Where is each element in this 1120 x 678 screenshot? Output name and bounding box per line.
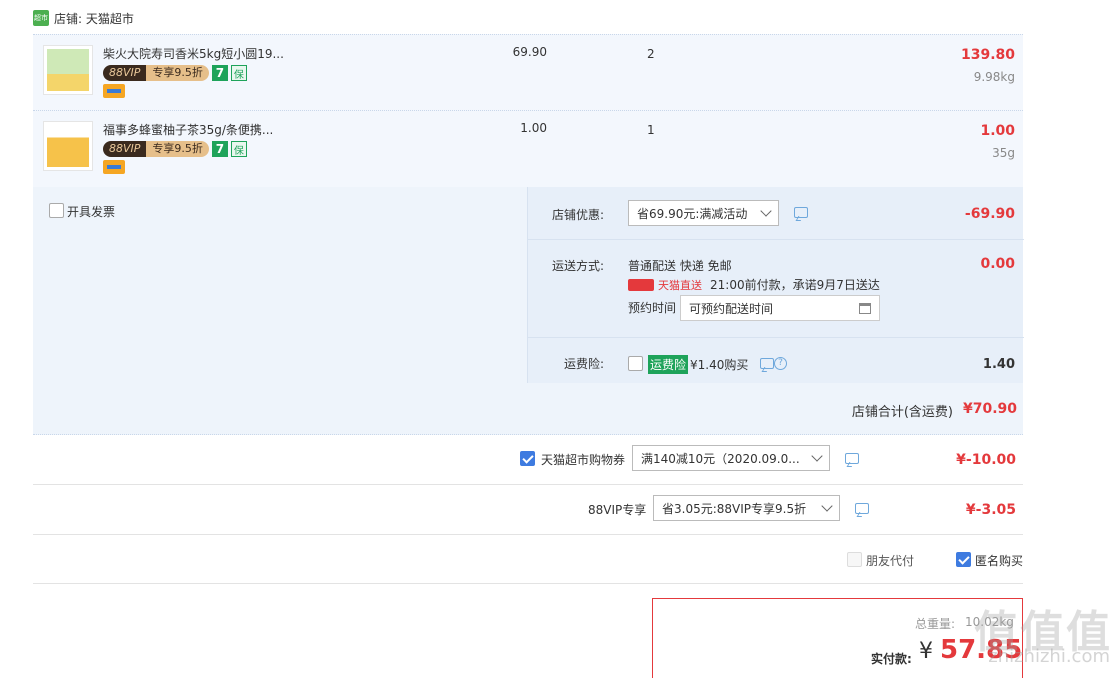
friend-pay-checkbox[interactable] bbox=[847, 552, 862, 567]
chevron-down-icon bbox=[760, 205, 772, 217]
subtotal-label: 店铺合计(含运费) bbox=[851, 405, 953, 420]
chevron-down-icon bbox=[811, 450, 823, 462]
shipping-amount: 0.00 bbox=[980, 256, 1015, 272]
total-weight-label: 总重量: bbox=[915, 617, 956, 631]
product-image[interactable] bbox=[43, 121, 93, 171]
item-total: 1.00 bbox=[980, 123, 1015, 139]
divider bbox=[33, 534, 1023, 535]
divider bbox=[33, 583, 1023, 584]
product-badges: 88VIP 专享9.5折 7 保 bbox=[103, 141, 247, 157]
calendar-icon bbox=[859, 302, 871, 314]
insurance-price: ¥1.40购买 bbox=[690, 358, 749, 372]
schedule-time-picker[interactable]: 可预约配送时间 bbox=[680, 295, 880, 321]
unit-price: 69.90 bbox=[512, 45, 547, 59]
invoice-checkbox[interactable] bbox=[49, 203, 64, 218]
insurance-amount: 1.40 bbox=[982, 357, 1015, 372]
quantity: 2 bbox=[647, 47, 655, 61]
shop-discount-label: 店铺优惠: bbox=[552, 208, 605, 222]
insurance-checkbox[interactable] bbox=[628, 356, 643, 371]
insurance-label: 运费险: bbox=[564, 357, 605, 371]
voucher-amount: ¥-10.00 bbox=[956, 452, 1016, 468]
divider bbox=[528, 239, 1024, 240]
unit-price: 1.00 bbox=[520, 121, 547, 135]
delivery-promise: 21:00前付款，承诺9月7日送达 bbox=[710, 278, 880, 292]
guarantee-icon: 保 bbox=[230, 141, 247, 157]
voucher-checkbox[interactable] bbox=[520, 451, 535, 466]
product-image[interactable] bbox=[43, 45, 93, 95]
item-weight: 35g bbox=[992, 146, 1015, 160]
product-badges: 88VIP 专享9.5折 7 保 bbox=[103, 65, 247, 81]
seven-day-return-icon: 7 bbox=[211, 65, 228, 81]
subtotal-amount: ¥70.90 bbox=[962, 401, 1017, 417]
product-title[interactable]: 福事多蜂蜜柚子茶35g/条便携... bbox=[103, 121, 273, 138]
tmall-cat-icon bbox=[628, 279, 654, 291]
tmall-supermarket-logo-icon: 超市 bbox=[33, 10, 49, 26]
item-weight: 9.98kg bbox=[973, 70, 1015, 84]
message-icon[interactable] bbox=[855, 503, 869, 514]
chevron-down-icon bbox=[821, 500, 833, 512]
vip88-label: 88VIP专享 bbox=[588, 503, 647, 517]
product-title[interactable]: 柴火大院寿司香米5kg短小圆19... bbox=[103, 45, 284, 62]
watermark-url: zhizhizhi.com bbox=[988, 646, 1110, 667]
schedule-label: 预约时间 bbox=[628, 301, 677, 315]
message-icon[interactable] bbox=[794, 207, 808, 218]
cart-item-row: 柴火大院寿司香米5kg短小圆19... 88VIP 专享9.5折 7 保 69.… bbox=[33, 34, 1023, 110]
divider bbox=[528, 337, 1024, 338]
voucher-label: 天猫超市购物券 bbox=[541, 453, 626, 467]
shipping-options: 店铺优惠: 省69.90元:满减活动 -69.90 运送方式: 普通配送 快递 … bbox=[527, 187, 1024, 383]
quantity: 1 bbox=[647, 123, 655, 137]
item-total: 139.80 bbox=[960, 47, 1015, 63]
shop-discount-amount: -69.90 bbox=[964, 206, 1015, 222]
vip88-select[interactable]: 省3.05元:88VIP专享9.5折 bbox=[653, 495, 840, 521]
seven-day-return-icon: 7 bbox=[211, 141, 228, 157]
pay-label: 实付款: bbox=[871, 652, 912, 666]
anonymous-label: 匿名购买 bbox=[975, 554, 1024, 568]
shop-header: 超市 店铺: 天猫超市 bbox=[33, 8, 134, 28]
cart-item-row: 福事多蜂蜜柚子茶35g/条便携... 88VIP 专享9.5折 7 保 1.00… bbox=[33, 110, 1023, 187]
insurance-tag: 运费险 bbox=[648, 355, 689, 374]
divider bbox=[33, 484, 1023, 485]
credit-card-icon bbox=[103, 84, 125, 98]
anonymous-checkbox[interactable] bbox=[956, 552, 971, 567]
friend-pay-label: 朋友代付 bbox=[866, 554, 915, 568]
shipping-method: 普通配送 快递 免邮 bbox=[628, 259, 732, 273]
currency-symbol: ¥ bbox=[919, 639, 933, 664]
tmall-direct-tag: 天猫直送 bbox=[628, 277, 702, 293]
shop-name[interactable]: 店铺: 天猫超市 bbox=[54, 10, 134, 27]
message-icon[interactable] bbox=[760, 358, 774, 369]
message-icon[interactable] bbox=[845, 453, 859, 464]
vip-discount-badge: 88VIP 专享9.5折 bbox=[103, 65, 209, 81]
vip-discount-badge: 88VIP 专享9.5折 bbox=[103, 141, 209, 157]
guarantee-icon: 保 bbox=[230, 65, 247, 81]
voucher-select[interactable]: 满140减10元（2020.09.0... bbox=[632, 445, 830, 471]
help-icon[interactable]: ? bbox=[774, 357, 787, 370]
vip88-amount: ¥-3.05 bbox=[965, 502, 1016, 518]
shop-discount-select[interactable]: 省69.90元:满减活动 bbox=[628, 200, 779, 226]
shipping-label: 运送方式: bbox=[552, 259, 605, 273]
shop-subtotal-row: 店铺合计(含运费) ¥70.90 bbox=[33, 382, 1023, 434]
payment-summary: 总重量: 10.02kg 实付款: ¥ 57.85 bbox=[652, 598, 1023, 678]
credit-card-icon bbox=[103, 160, 125, 174]
invoice-label: 开具发票 bbox=[67, 205, 116, 219]
